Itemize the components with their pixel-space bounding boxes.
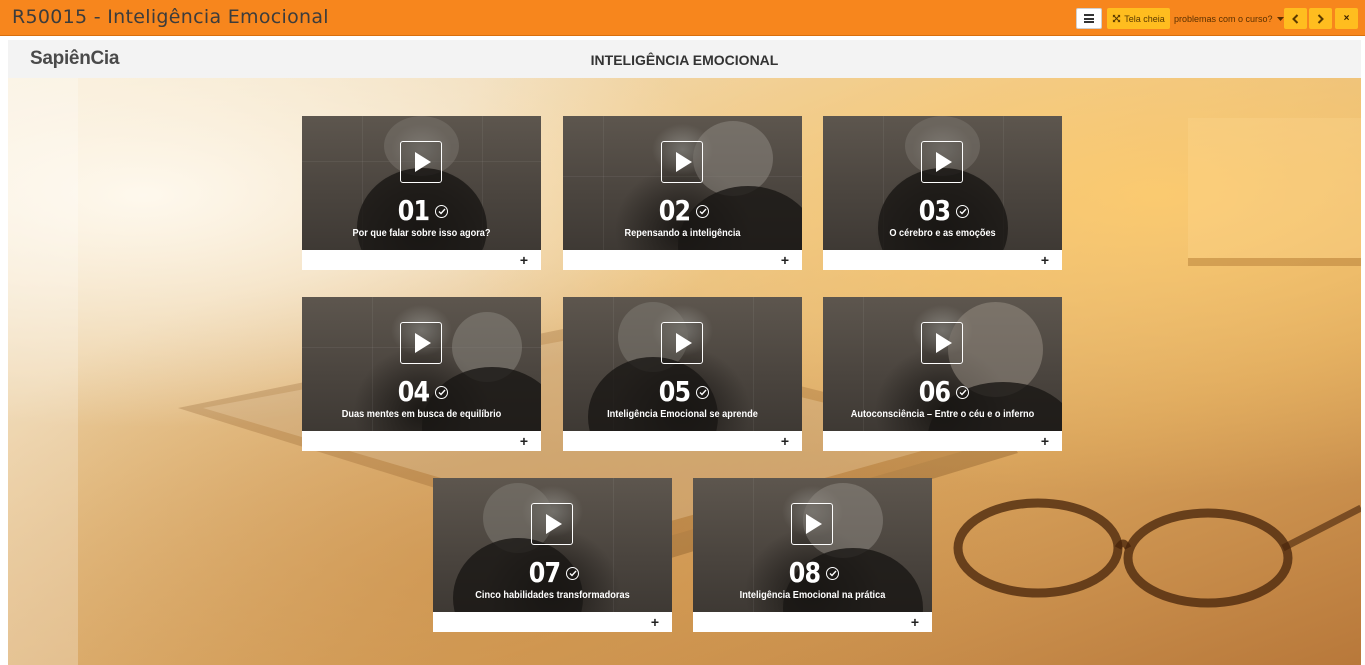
lesson-card-05[interactable]: 05 Inteligência Emocional se aprende +: [563, 297, 802, 451]
lesson-thumbnail[interactable]: 01 Por que falar sobre isso agora?: [302, 116, 541, 250]
play-icon: [415, 333, 431, 353]
lesson-title: Cinco habilidades transformadoras: [475, 590, 630, 601]
lesson-title: Repensando a inteligência: [624, 228, 741, 239]
lesson-number: 08: [788, 556, 820, 589]
expand-plus-icon[interactable]: +: [911, 613, 919, 631]
check-circle-icon: [956, 386, 970, 399]
expand-plus-icon[interactable]: +: [1041, 251, 1049, 269]
lesson-card-06[interactable]: 06 Autoconsciência – Entre o céu e o inf…: [823, 297, 1062, 451]
course-title: INTELIGÊNCIA EMOCIONAL: [590, 52, 779, 68]
lesson-card-08[interactable]: 08 Inteligência Emocional na prática +: [693, 478, 932, 632]
lesson-title: Autoconsciência – Entre o céu e o infern…: [850, 409, 1035, 420]
lesson-number: 01: [397, 194, 429, 227]
play-icon: [415, 152, 431, 172]
expand-plus-icon[interactable]: +: [651, 613, 659, 631]
fullscreen-button[interactable]: Tela cheia: [1107, 8, 1170, 29]
lesson-card-footer: +: [433, 612, 672, 632]
lesson-card-02[interactable]: 02 Repensando a inteligência +: [563, 116, 802, 270]
lesson-list-button[interactable]: [1076, 8, 1102, 29]
problems-label: problemas com o curso?: [1174, 14, 1273, 24]
chevron-right-icon: [1317, 13, 1324, 24]
lesson-number: 03: [918, 194, 950, 227]
lesson-card-07[interactable]: 07 Cinco habilidades transformadoras +: [433, 478, 672, 632]
lessons-stage: 01 Por que falar sobre isso agora? + 02 …: [8, 78, 1361, 665]
lesson-number: 04: [397, 375, 429, 408]
play-icon: [936, 333, 952, 353]
problems-dropdown[interactable]: problemas com o curso?: [1174, 12, 1284, 26]
lesson-thumbnail[interactable]: 02 Repensando a inteligência: [563, 116, 802, 250]
expand-plus-icon[interactable]: +: [1041, 432, 1049, 450]
play-button[interactable]: [400, 322, 442, 364]
window-titlebar: R50015 - Inteligência Emocional Tela che…: [0, 0, 1365, 36]
play-icon: [676, 152, 692, 172]
next-button[interactable]: [1309, 8, 1332, 29]
expand-plus-icon[interactable]: +: [781, 432, 789, 450]
caret-down-icon: [1276, 16, 1284, 21]
play-button[interactable]: [661, 141, 703, 183]
lesson-thumbnail[interactable]: 07 Cinco habilidades transformadoras: [433, 478, 672, 612]
course-header: SapiênCia INTELIGÊNCIA EMOCIONAL: [8, 40, 1361, 78]
lesson-card-footer: +: [693, 612, 932, 632]
lesson-card-footer: +: [302, 250, 541, 270]
play-button[interactable]: [661, 322, 703, 364]
lesson-card-footer: +: [302, 431, 541, 451]
play-button[interactable]: [791, 503, 833, 545]
lesson-card-04[interactable]: 04 Duas mentes em busca de equilíbrio +: [302, 297, 541, 451]
play-button[interactable]: [921, 141, 963, 183]
play-button[interactable]: [531, 503, 573, 545]
close-icon: ×: [1343, 13, 1350, 24]
check-circle-icon: [696, 205, 710, 218]
lesson-thumbnail[interactable]: 06 Autoconsciência – Entre o céu e o inf…: [823, 297, 1062, 431]
fullscreen-label: Tela cheia: [1124, 13, 1165, 24]
lesson-thumbnail[interactable]: 05 Inteligência Emocional se aprende: [563, 297, 802, 431]
lesson-card-footer: +: [823, 250, 1062, 270]
check-circle-icon: [435, 205, 449, 218]
lesson-card-footer: +: [563, 431, 802, 451]
play-icon: [676, 333, 692, 353]
lesson-title: O cérebro e as emoções: [889, 228, 996, 239]
lesson-thumbnail[interactable]: 03 O cérebro e as emoções: [823, 116, 1062, 250]
expand-plus-icon[interactable]: +: [520, 251, 528, 269]
expand-plus-icon[interactable]: +: [520, 432, 528, 450]
expand-icon: [1113, 14, 1121, 23]
check-circle-icon: [826, 567, 840, 580]
lesson-card-footer: +: [563, 250, 802, 270]
close-button[interactable]: ×: [1335, 8, 1358, 29]
lesson-title: Por que falar sobre isso agora?: [352, 228, 491, 239]
play-icon: [806, 514, 822, 534]
play-button[interactable]: [921, 322, 963, 364]
play-button[interactable]: [400, 141, 442, 183]
lesson-number: 05: [658, 375, 690, 408]
check-circle-icon: [696, 386, 710, 399]
lesson-card-footer: +: [823, 431, 1062, 451]
play-icon: [546, 514, 562, 534]
lesson-thumbnail[interactable]: 08 Inteligência Emocional na prática: [693, 478, 932, 612]
previous-button[interactable]: [1284, 8, 1307, 29]
lesson-card-01[interactable]: 01 Por que falar sobre isso agora? +: [302, 116, 541, 270]
lesson-number: 06: [918, 375, 950, 408]
lesson-card-03[interactable]: 03 O cérebro e as emoções +: [823, 116, 1062, 270]
play-icon: [936, 152, 952, 172]
check-circle-icon: [956, 205, 970, 218]
lesson-title: Inteligência Emocional na prática: [739, 590, 886, 601]
list-icon: [1084, 13, 1094, 25]
window-title: R50015 - Inteligência Emocional: [12, 6, 329, 28]
chevron-left-icon: [1292, 13, 1299, 24]
lesson-number: 02: [658, 194, 690, 227]
check-circle-icon: [566, 567, 580, 580]
lesson-title: Duas mentes em busca de equilíbrio: [341, 409, 502, 420]
lesson-number: 07: [528, 556, 560, 589]
lesson-thumbnail[interactable]: 04 Duas mentes em busca de equilíbrio: [302, 297, 541, 431]
lesson-title: Inteligência Emocional se aprende: [607, 409, 758, 420]
check-circle-icon: [435, 386, 449, 399]
expand-plus-icon[interactable]: +: [781, 251, 789, 269]
